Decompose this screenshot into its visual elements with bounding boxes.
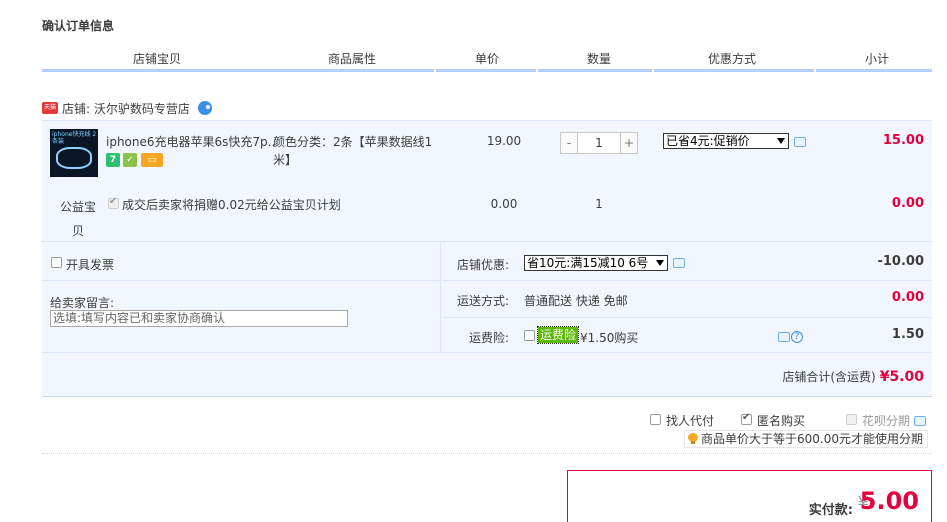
quantity-stepper: - 1 + [560, 132, 638, 154]
discount-comment-icon[interactable] [794, 137, 806, 147]
charity-checkbox [108, 196, 119, 209]
quality-guarantee-icon: ✓ [123, 153, 137, 167]
chevron-down-icon [777, 138, 785, 144]
product-attributes: 颜色分类：2条【苹果数据线1米】 [273, 135, 433, 167]
huabei-checkbox [846, 414, 857, 425]
shipping-label: 运送方式: [457, 294, 510, 308]
huabei-label: 花呗分期 [862, 414, 911, 428]
anonymous-label: 匿名购买 [757, 414, 806, 428]
charity-subtotal: 0.00 [891, 196, 924, 211]
freight-insurance-price: ¥1.50购买 [580, 331, 639, 345]
installment-notice-text: 商品单价大于等于600.00元才能使用分期 [701, 432, 923, 446]
charity-price: 0.00 [490, 197, 518, 211]
proxy-pay-label: 找人代付 [666, 414, 715, 428]
anonymous-checkbox[interactable] [741, 412, 752, 425]
quantity-input[interactable]: 1 [578, 132, 620, 154]
shipping-method: 普通配送 快递 免邮 [524, 294, 628, 308]
col-header-attributes: 商品属性 [327, 52, 376, 66]
shop-total: 店铺合计(含运费) ¥5.00 [782, 368, 924, 385]
product-name-link[interactable]: iphone6充电器苹果6s快充7p... [106, 133, 274, 150]
table-header: 店铺宝贝 商品属性 单价 数量 优惠方式 小计 [42, 44, 932, 72]
shop-discount-label: 店铺优惠: [457, 258, 510, 272]
credit-card-icon: ▭ [141, 153, 163, 167]
shipping-amount: 0.00 [891, 290, 924, 305]
freight-insurance-label: 运费险: [469, 331, 510, 345]
divider [42, 453, 932, 454]
col-header-subtotal: 小计 [864, 52, 889, 66]
freight-insurance-tag: 运费险 [536, 326, 580, 344]
charity-text: 成交后卖家将捐赠0.02元给公益宝贝计划 [122, 198, 341, 212]
freight-comment-icon[interactable] [778, 332, 790, 342]
item-discount-select[interactable]: 已省4元:促销价 [663, 133, 789, 149]
installment-notice: 商品单价大于等于600.00元才能使用分期 [684, 430, 928, 448]
shop-discount-comment-icon[interactable] [673, 258, 685, 268]
col-header-discount: 优惠方式 [707, 52, 756, 66]
payment-amount: 5.00 [859, 487, 919, 515]
shop-total-label: 店铺合计(含运费) [782, 370, 876, 384]
help-icon[interactable]: ? [791, 331, 803, 343]
invoice-label: 开具发票 [66, 258, 115, 272]
item-discount-selected: 已省4元:促销价 [666, 134, 750, 148]
charity-label: 公益宝贝 [59, 200, 96, 238]
product-thumbnail[interactable]: iphone快充线 2条装 [50, 129, 98, 177]
order-item-block: iphone快充线 2条装 iphone6充电器苹果6s快充7p... 7 ✓ … [42, 120, 932, 242]
wangwang-chat-icon[interactable] [197, 101, 212, 115]
freight-insurance-amount: 1.50 [891, 327, 924, 342]
shop-line: 天猫 店铺: 沃尔驴数码专营店 [42, 100, 212, 116]
message-label: 给卖家留言: [50, 296, 115, 310]
col-header-price: 单价 [474, 52, 499, 66]
quantity-plus-button[interactable]: + [620, 132, 638, 154]
order-options-block: 开具发票 店铺优惠: 省10元:满15减10 6号 -10.00 给卖家留言: … [42, 242, 932, 397]
thumbnail-caption: iphone快充线 2条装 [52, 131, 97, 145]
invoice-checkbox[interactable] [51, 257, 62, 268]
shop-name-link[interactable]: 店铺: 沃尔驴数码专营店 [62, 100, 190, 117]
section-title: 确认订单信息 [42, 19, 115, 33]
shop-discount-selected: 省10元:满15减10 6号 [527, 256, 649, 270]
chevron-down-icon [656, 260, 664, 266]
item-subtotal: 15.00 [882, 133, 924, 148]
col-header-shop-item: 店铺宝贝 [132, 52, 181, 66]
tmall-badge-icon: 天猫 [42, 102, 58, 114]
unit-price: 19.00 [486, 134, 522, 148]
proxy-pay-checkbox[interactable] [650, 414, 661, 425]
freight-insurance-checkbox[interactable] [524, 330, 535, 341]
shop-total-amount: ¥5.00 [879, 369, 924, 385]
shop-discount-select[interactable]: 省10元:满15减10 6号 [524, 255, 668, 271]
quantity-minus-button[interactable]: - [560, 132, 578, 154]
charity-quantity: 1 [595, 197, 603, 211]
col-header-quantity: 数量 [586, 52, 611, 66]
seven-day-return-icon: 7 [106, 153, 120, 167]
huabei-comment-icon[interactable] [914, 416, 926, 426]
payment-summary-box: 实付款: ¥ 5.00 [567, 470, 932, 522]
shop-discount-amount: -10.00 [877, 254, 924, 269]
lightbulb-icon [688, 433, 698, 445]
seller-message-input[interactable]: 选填:填写内容已和卖家协商确认 [50, 310, 348, 327]
payment-label: 实付款: [808, 503, 853, 518]
